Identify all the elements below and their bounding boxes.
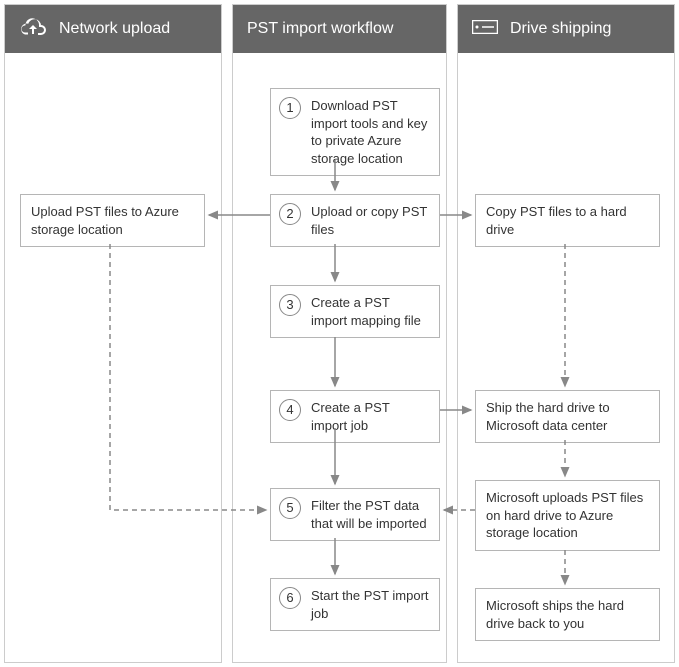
cloud-upload-icon	[19, 17, 47, 42]
box-text: Ship the hard drive to Microsoft data ce…	[486, 400, 610, 433]
step-text: Create a PST import job	[311, 400, 390, 433]
box-copy-hard-drive: Copy PST files to a hard drive	[475, 194, 660, 247]
step-number: 5	[279, 497, 301, 519]
step-download-tools: 1 Download PST import tools and key to p…	[270, 88, 440, 176]
step-mapping-file: 3 Create a PST import mapping file	[270, 285, 440, 338]
step-number: 1	[279, 97, 301, 119]
step-filter-data: 5 Filter the PST data that will be impor…	[270, 488, 440, 541]
step-create-job: 4 Create a PST import job	[270, 390, 440, 443]
step-start-job: 6 Start the PST import job	[270, 578, 440, 631]
step-text: Create a PST import mapping file	[311, 295, 421, 328]
box-ms-uploads: Microsoft uploads PST files on hard driv…	[475, 480, 660, 551]
step-text: Download PST import tools and key to pri…	[311, 98, 427, 166]
column-drive-shipping: Drive shipping	[457, 4, 675, 663]
column-title: Drive shipping	[510, 20, 611, 38]
box-text: Upload PST files to Azure storage locati…	[31, 204, 179, 237]
box-text: Copy PST files to a hard drive	[486, 204, 627, 237]
step-number: 2	[279, 203, 301, 225]
step-number: 3	[279, 294, 301, 316]
column-header-network-upload: Network upload	[5, 5, 221, 53]
column-title: PST import workflow	[247, 20, 393, 38]
step-upload-copy: 2 Upload or copy PST files	[270, 194, 440, 247]
step-text: Start the PST import job	[311, 588, 429, 621]
column-header-drive-shipping: Drive shipping	[458, 5, 674, 53]
box-ship-drive: Ship the hard drive to Microsoft data ce…	[475, 390, 660, 443]
box-text: Microsoft uploads PST files on hard driv…	[486, 490, 643, 540]
column-header-workflow: PST import workflow	[233, 5, 446, 53]
step-number: 6	[279, 587, 301, 609]
step-text: Filter the PST data that will be importe…	[311, 498, 427, 531]
box-ms-ships-back: Microsoft ships the hard drive back to y…	[475, 588, 660, 641]
box-upload-azure: Upload PST files to Azure storage locati…	[20, 194, 205, 247]
box-text: Microsoft ships the hard drive back to y…	[486, 598, 624, 631]
column-title: Network upload	[59, 20, 170, 38]
column-network-upload: Network upload	[4, 4, 222, 663]
step-text: Upload or copy PST files	[311, 204, 427, 237]
hard-drive-icon	[472, 20, 498, 39]
step-number: 4	[279, 399, 301, 421]
